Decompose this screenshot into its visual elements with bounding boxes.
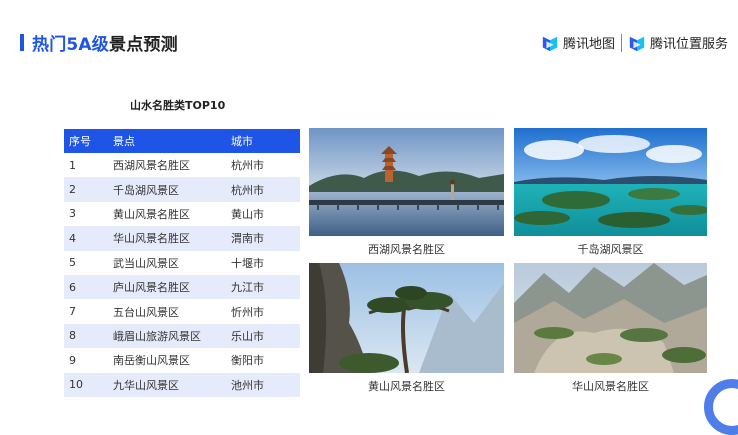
row-spot: 庐山风景名胜区 bbox=[113, 274, 231, 300]
row-spot: 峨眉山旅游风景区 bbox=[113, 323, 231, 349]
row-city: 衡阳市 bbox=[231, 348, 300, 373]
row-spot: 九华山风景区 bbox=[113, 372, 231, 397]
row-rank: 2 bbox=[64, 177, 113, 202]
row-rank: 4 bbox=[64, 226, 113, 251]
caption-huangshan: 黄山风景名胜区 bbox=[368, 380, 445, 393]
row-rank: 7 bbox=[64, 299, 113, 324]
title-accent-bar bbox=[20, 34, 24, 51]
row-city: 黄山市 bbox=[231, 201, 300, 227]
corner-decoration bbox=[704, 379, 738, 435]
tencent-location-logo: 腾讯位置服务 bbox=[628, 33, 728, 52]
row-city: 九江市 bbox=[231, 274, 300, 300]
table-row: 3 黄山风景名胜区 黄山市 bbox=[64, 201, 300, 227]
caption-west-lake: 西湖风景名胜区 bbox=[368, 243, 445, 256]
row-spot: 华山风景名胜区 bbox=[113, 226, 231, 251]
caption-qiandao-lake: 千岛湖风景区 bbox=[577, 243, 644, 256]
table-row: 6 庐山风景名胜区 九江市 bbox=[64, 274, 300, 300]
photo-qiandao-lake bbox=[514, 128, 707, 236]
row-spot: 武当山风景区 bbox=[113, 250, 231, 275]
table-row: 4 华山风景名胜区 渭南市 bbox=[64, 226, 300, 251]
row-city: 杭州市 bbox=[231, 177, 300, 202]
tencent-map-logo: 腾讯地图 bbox=[541, 33, 615, 52]
table-row: 7 五台山风景区 忻州市 bbox=[64, 299, 300, 324]
caption-huashan: 华山风景名胜区 bbox=[572, 380, 649, 393]
table-row: 10 九华山风景区 池州市 bbox=[64, 372, 300, 397]
row-city: 十堰市 bbox=[231, 250, 300, 275]
row-rank: 10 bbox=[64, 372, 113, 397]
header-city: 城市 bbox=[231, 129, 300, 153]
ranking-table: 序号 景点 城市 1 西湖风景名胜区 杭州市 2 千岛湖风景区 杭州市 3 黄山… bbox=[64, 129, 300, 397]
photo-huashan bbox=[514, 263, 707, 373]
row-rank: 3 bbox=[64, 201, 113, 227]
row-city: 忻州市 bbox=[231, 299, 300, 324]
row-city: 杭州市 bbox=[231, 153, 300, 178]
header-rank: 序号 bbox=[64, 129, 113, 153]
row-rank: 6 bbox=[64, 274, 113, 300]
table-row: 9 南岳衡山风景区 衡阳市 bbox=[64, 348, 300, 373]
west-lake-image bbox=[309, 128, 504, 236]
row-spot: 千岛湖风景区 bbox=[113, 177, 231, 202]
row-rank: 8 bbox=[64, 323, 113, 349]
row-city: 乐山市 bbox=[231, 323, 300, 349]
header-spot: 景点 bbox=[113, 129, 231, 153]
row-city: 渭南市 bbox=[231, 226, 300, 251]
page-title: 热门5A级景点预测 bbox=[32, 30, 178, 55]
row-spot: 南岳衡山风景区 bbox=[113, 348, 231, 373]
table-title: 山水名胜类TOP10 bbox=[130, 99, 226, 112]
huangshan-image bbox=[309, 263, 504, 373]
photo-huangshan bbox=[309, 263, 504, 373]
page-title-highlight: 热门5A级 bbox=[32, 35, 109, 55]
row-rank: 9 bbox=[64, 348, 113, 373]
logo-divider bbox=[620, 33, 622, 52]
row-spot: 西湖风景名胜区 bbox=[113, 153, 231, 178]
row-spot: 五台山风景区 bbox=[113, 299, 231, 324]
tencent-location-label: 腾讯位置服务 bbox=[649, 37, 728, 52]
row-rank: 5 bbox=[64, 250, 113, 275]
table-row: 5 武当山风景区 十堰市 bbox=[64, 250, 300, 275]
row-rank: 1 bbox=[64, 153, 113, 178]
table-header-row: 序号 景点 城市 bbox=[64, 129, 300, 153]
tencent-map-icon bbox=[542, 36, 558, 51]
table-row: 2 千岛湖风景区 杭州市 bbox=[64, 177, 300, 202]
tencent-location-icon bbox=[629, 36, 645, 51]
huashan-image bbox=[514, 263, 707, 373]
page-title-rest: 景点预测 bbox=[109, 35, 178, 55]
brand-logos: 腾讯地图 腾讯位置服务 bbox=[541, 33, 728, 52]
table-row: 8 峨眉山旅游风景区 乐山市 bbox=[64, 323, 300, 349]
table-row: 1 西湖风景名胜区 杭州市 bbox=[64, 153, 300, 178]
qiandao-lake-image bbox=[514, 128, 707, 236]
row-city: 池州市 bbox=[231, 372, 300, 397]
tencent-map-label: 腾讯地图 bbox=[562, 37, 615, 52]
row-spot: 黄山风景名胜区 bbox=[113, 201, 231, 227]
photo-west-lake bbox=[309, 128, 504, 236]
